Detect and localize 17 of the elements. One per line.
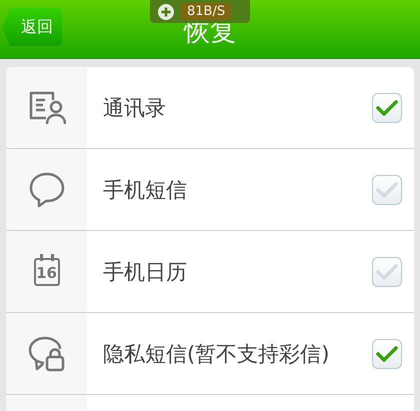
item-label: 通讯录: [102, 94, 167, 122]
checkbox[interactable]: [372, 174, 402, 204]
list-item[interactable]: 手机短信: [6, 149, 414, 231]
checkbox[interactable]: [372, 256, 402, 286]
plus-icon: [157, 2, 175, 20]
speech-bubble-icon: [28, 170, 66, 208]
item-label: 隐私短信(暂不支持彩信): [102, 340, 330, 368]
locked-bubble-icon: [26, 334, 66, 372]
checkbox[interactable]: [372, 92, 402, 122]
list-item[interactable]: 隐私短信(暂不支持彩信): [6, 313, 414, 395]
speed-text: 81B/S: [181, 3, 232, 20]
contact-card-icon: [28, 90, 66, 126]
item-label: 手机日历: [102, 258, 188, 286]
list-item[interactable]: 通讯录: [6, 67, 414, 149]
list-item[interactable]: 16 手机日历: [6, 231, 414, 313]
item-label: 手机短信: [102, 176, 188, 204]
checkbox[interactable]: [372, 338, 402, 368]
